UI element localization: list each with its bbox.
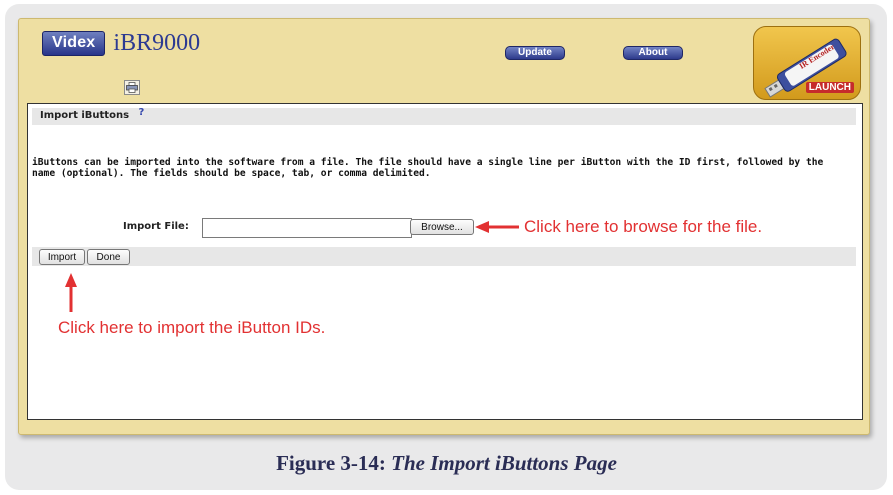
caption-prefix: Figure 3-14: [276,451,386,475]
figure-caption: Figure 3-14: The Import iButtons Page [0,451,893,476]
annotation-arrows [65,221,519,312]
browse-annotation: Click here to browse for the file. [524,217,763,236]
import-annotation: Click here to import the iButton IDs. [58,318,326,337]
browse-arrow [475,221,519,233]
import-arrow [65,273,77,312]
caption-title: The Import iButtons Page [391,451,617,475]
